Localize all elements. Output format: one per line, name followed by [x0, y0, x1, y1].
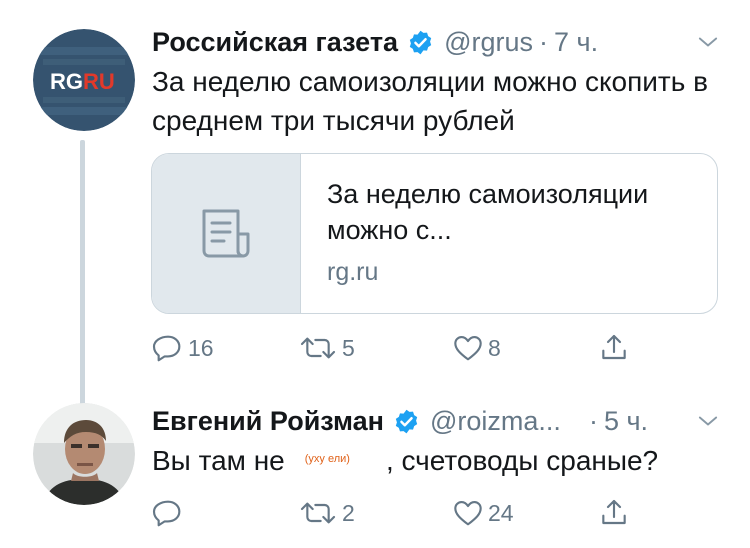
thread-line [80, 140, 85, 405]
tweet-text-before: Вы там не [152, 445, 285, 476]
card-domain: rg.ru [327, 258, 379, 286]
retweet-icon [300, 337, 336, 359]
chevron-down-icon[interactable] [694, 407, 722, 435]
like-button[interactable]: 8 [452, 330, 501, 366]
author-name[interactable]: Евгений Ройзман [152, 406, 384, 437]
rg-logo-icon: RG RU [33, 29, 135, 131]
tweet-header: Российская газета @rgrus · 7 ч. [152, 24, 730, 60]
tweet-rgrus[interactable]: RG RU Российская газета @rgrus · 7 ч. За… [0, 0, 750, 405]
author-name[interactable]: Российская газета [152, 27, 398, 58]
tweet-actions: 16 5 8 [152, 330, 652, 366]
heart-icon [454, 501, 482, 526]
card-title: За неделю самоизоляции можно с... [327, 179, 649, 245]
tweet-text: За неделю самоизоляции можно скопить в с… [152, 66, 708, 136]
retweet-icon [300, 502, 336, 524]
author-handle[interactable]: @rgrus [444, 27, 533, 58]
share-button[interactable] [598, 330, 630, 366]
heart-icon [454, 336, 482, 361]
tweet-roizman[interactable]: Евгений Ройзман @roizma... · 5 ч. Вы там… [0, 395, 750, 548]
tweet-time[interactable]: 5 ч. [604, 406, 648, 437]
avatar-rgrus[interactable]: RG RU [33, 29, 135, 131]
tweet-text: Вы там не (уху ели) , счетоводы сраные? [152, 441, 732, 482]
tweet-text-after: , счетоводы сраные? [385, 445, 659, 476]
reply-count: 16 [188, 334, 214, 361]
chevron-down-icon[interactable] [694, 28, 722, 56]
reply-icon [152, 500, 181, 527]
verified-badge-icon [409, 30, 432, 54]
avatar-roizman[interactable] [33, 403, 135, 505]
censored-annotation: (уху ели) [304, 453, 350, 466]
share-icon [602, 499, 626, 525]
retweet-button[interactable]: 5 [298, 330, 355, 366]
like-count: 8 [488, 334, 501, 361]
share-button[interactable] [598, 495, 630, 531]
like-button[interactable]: 24 [452, 495, 514, 531]
user-photo-icon [33, 403, 135, 505]
separator-dot: · [588, 405, 598, 436]
author-handle[interactable]: @roizma... [430, 406, 561, 437]
reply-button[interactable] [152, 495, 188, 531]
retweet-count: 5 [342, 334, 355, 361]
link-card[interactable]: За неделю самоизоляции можно с... rg.ru [151, 153, 718, 314]
verified-badge-icon [395, 409, 418, 433]
separator-dot: · [539, 26, 548, 57]
like-count: 24 [488, 499, 514, 526]
card-body: За неделю самоизоляции можно с... rg.ru [301, 154, 717, 313]
reply-button[interactable]: 16 [152, 330, 214, 366]
document-icon [202, 209, 250, 257]
avatar-logo-text-ru: RU [83, 69, 115, 94]
reply-icon [152, 335, 181, 362]
tweet-actions: 2 24 [152, 495, 652, 531]
retweet-button[interactable]: 2 [298, 495, 355, 531]
tweet-header: Евгений Ройзман @roizma... · 5 ч. [152, 403, 730, 439]
share-icon [602, 334, 626, 360]
retweet-count: 2 [342, 499, 355, 526]
avatar-logo-text-rg: RG [50, 69, 83, 94]
tweet-time[interactable]: 7 ч. [554, 27, 598, 58]
card-thumbnail [152, 154, 301, 313]
